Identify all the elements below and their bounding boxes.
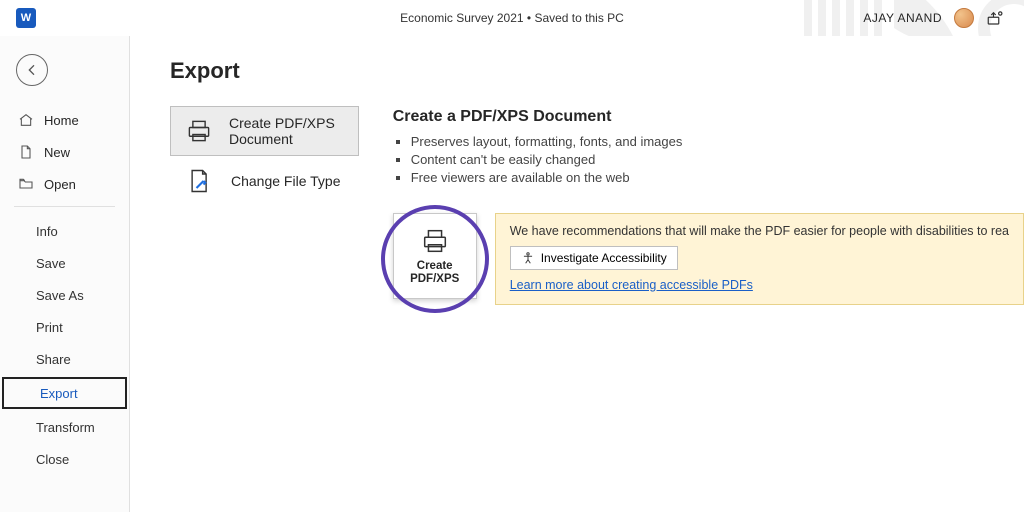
nav-open[interactable]: Open bbox=[0, 168, 129, 200]
option-create-pdf-xps[interactable]: Create PDF/XPS Document bbox=[170, 106, 359, 156]
nav-label: Info bbox=[36, 224, 58, 239]
nav-new[interactable]: New bbox=[0, 136, 129, 168]
nav-info[interactable]: Info bbox=[0, 215, 129, 247]
nav-label: Export bbox=[40, 386, 78, 401]
backstage-sidebar: Home New Open Info Save Save As Print Sh… bbox=[0, 36, 130, 512]
detail-title: Create a PDF/XPS Document bbox=[393, 108, 1024, 126]
content-area: Export Create PDF/XPS Document Change Fi… bbox=[130, 36, 1024, 512]
nav-label: Close bbox=[36, 452, 69, 467]
export-detail-pane: Create a PDF/XPS Document Preserves layo… bbox=[393, 106, 1024, 305]
nav-label: Save As bbox=[36, 288, 84, 303]
investigate-accessibility-button[interactable]: Investigate Accessibility bbox=[510, 246, 678, 270]
home-icon bbox=[18, 112, 34, 128]
nav-label: Transform bbox=[36, 420, 95, 435]
recommendation-text: We have recommendations that will make t… bbox=[510, 224, 1009, 238]
nav-label: Home bbox=[44, 113, 79, 128]
pdf-printer-icon bbox=[185, 116, 213, 146]
pdf-printer-icon bbox=[420, 226, 450, 256]
option-label: Change File Type bbox=[231, 173, 340, 189]
nav-share[interactable]: Share bbox=[0, 343, 129, 375]
nav-transform[interactable]: Transform bbox=[0, 411, 129, 443]
bullet-item: Free viewers are available on the web bbox=[411, 170, 1024, 185]
create-pdf-xps-button-wrap: Create PDF/XPS bbox=[393, 213, 477, 305]
detail-bullets: Preserves layout, formatting, fonts, and… bbox=[393, 134, 1024, 185]
new-file-icon bbox=[18, 144, 34, 160]
bullet-item: Content can't be easily changed bbox=[411, 152, 1024, 167]
avatar[interactable] bbox=[954, 8, 974, 28]
bullet-item: Preserves layout, formatting, fonts, and… bbox=[411, 134, 1024, 149]
titlebar: W Economic Survey 2021 • Saved to this P… bbox=[0, 0, 1024, 36]
nav-label: Print bbox=[36, 320, 63, 335]
nav-label: New bbox=[44, 145, 70, 160]
nav-label: Share bbox=[36, 352, 71, 367]
word-logo-icon: W bbox=[16, 8, 36, 28]
nav-home[interactable]: Home bbox=[0, 104, 129, 136]
open-folder-icon bbox=[18, 176, 34, 192]
accessibility-icon bbox=[521, 251, 535, 265]
username: AJAY ANAND bbox=[863, 11, 942, 25]
nav-close[interactable]: Close bbox=[0, 443, 129, 475]
nav-save-as[interactable]: Save As bbox=[0, 279, 129, 311]
page-title: Export bbox=[170, 58, 1024, 84]
create-pdf-xps-button[interactable]: Create PDF/XPS bbox=[393, 213, 477, 299]
option-change-file-type[interactable]: Change File Type bbox=[170, 156, 359, 206]
accessibility-recommendation: We have recommendations that will make t… bbox=[495, 213, 1024, 305]
nav-save[interactable]: Save bbox=[0, 247, 129, 279]
change-filetype-icon bbox=[185, 166, 215, 196]
learn-more-link[interactable]: Learn more about creating accessible PDF… bbox=[510, 278, 1009, 292]
share-tray-icon[interactable] bbox=[986, 9, 1004, 27]
nav-label: Open bbox=[44, 177, 76, 192]
nav-separator bbox=[14, 206, 115, 207]
option-label: Create PDF/XPS Document bbox=[229, 115, 344, 147]
big-button-label-1: Create bbox=[410, 260, 459, 273]
nav-export[interactable]: Export bbox=[2, 377, 127, 409]
big-button-label-2: PDF/XPS bbox=[410, 273, 459, 286]
document-title: Economic Survey 2021 • Saved to this PC bbox=[400, 11, 624, 25]
nav-print[interactable]: Print bbox=[0, 311, 129, 343]
back-button[interactable] bbox=[16, 54, 48, 86]
export-option-list: Create PDF/XPS Document Change File Type bbox=[170, 106, 359, 206]
nav-label: Save bbox=[36, 256, 66, 271]
button-label: Investigate Accessibility bbox=[541, 251, 667, 265]
